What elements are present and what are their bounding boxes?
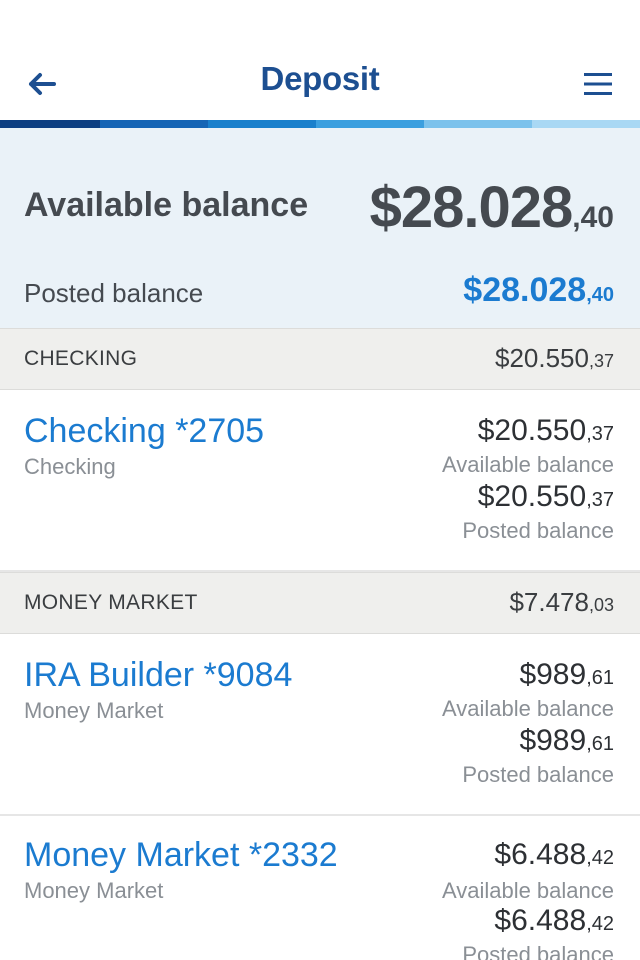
amount-cents: ,40 [586, 284, 614, 306]
amount-cents: ,37 [586, 489, 614, 511]
section-total: $20.550,37 [495, 343, 614, 374]
amount-whole: $989 [519, 658, 587, 691]
posted-amount: $20.550,37 [478, 480, 614, 514]
available-amount: $989,61 [519, 658, 614, 692]
amount-cents: ,37 [588, 351, 614, 371]
available-balance-label: Available balance [24, 186, 309, 224]
amount-cents: ,61 [586, 733, 614, 755]
strip-segment [316, 120, 424, 128]
account-type: Money Market [24, 698, 164, 723]
available-label: Available balance [441, 878, 614, 903]
amount-cents: ,40 [572, 201, 614, 234]
strip-segment [0, 120, 100, 128]
posted-label: Posted balance [462, 942, 614, 960]
amount-cents: ,61 [586, 667, 614, 689]
amount-cents: ,42 [586, 847, 614, 869]
amount-whole: $6.488 [494, 904, 587, 937]
section-title: CHECKING [24, 347, 138, 370]
strip-segment [208, 120, 316, 128]
strip-segment [424, 120, 532, 128]
amount-whole: $989 [519, 724, 587, 757]
available-amount: $20.550,37 [478, 414, 614, 448]
posted-balance-label: Posted balance [24, 278, 204, 308]
color-strip [0, 120, 640, 128]
section-title: MONEY MARKET [24, 591, 198, 614]
available-amount: $6.488,42 [494, 838, 614, 872]
amount-whole: $20.550 [477, 480, 587, 513]
account-name: Checking *2705 [24, 412, 265, 450]
section-total: $7.478,03 [509, 587, 614, 618]
posted-amount: $6.488,42 [494, 904, 614, 938]
available-label: Available balance [441, 452, 614, 477]
account-row-ira-builder-9084[interactable]: IRA Builder *9084 Money Market $989,61 A… [0, 634, 640, 816]
posted-balance-amount: $28.028,40 [463, 271, 614, 310]
account-name: IRA Builder *9084 [24, 656, 293, 694]
posted-label: Posted balance [462, 762, 614, 787]
hamburger-menu-icon [584, 73, 612, 95]
strip-segment [532, 120, 640, 128]
amount-whole: $7.478 [509, 587, 589, 617]
menu-button[interactable] [576, 62, 620, 106]
available-label: Available balance [441, 696, 614, 721]
balance-summary: Available balance $28.028,40 Posted bala… [0, 128, 640, 328]
account-row-checking-2705[interactable]: Checking *2705 Checking $20.550,37 Avail… [0, 390, 640, 572]
section-header-money-market: MONEY MARKET $7.478,03 [0, 572, 640, 634]
posted-label: Posted balance [462, 518, 614, 543]
posted-amount: $989,61 [519, 724, 614, 758]
section-header-checking: CHECKING $20.550,37 [0, 328, 640, 390]
strip-segment [100, 120, 208, 128]
available-balance-amount: $28.028,40 [370, 174, 614, 241]
page-title: Deposit [260, 60, 380, 97]
app-header: Deposit [0, 0, 640, 128]
account-row-money-market-2332[interactable]: Money Market *2332 Money Market $6.488,4… [0, 816, 640, 960]
amount-whole: $28.028 [369, 175, 574, 240]
amount-cents: ,37 [586, 423, 614, 445]
amount-cents: ,42 [586, 913, 614, 935]
amount-whole: $20.550 [494, 343, 589, 373]
amount-whole: $6.488 [494, 838, 587, 871]
account-type: Money Market [24, 878, 164, 903]
amount-whole: $20.550 [477, 414, 587, 447]
account-type: Checking [24, 454, 116, 479]
amount-cents: ,03 [588, 595, 614, 615]
amount-whole: $28.028 [463, 271, 587, 309]
account-name: Money Market *2332 [24, 836, 338, 874]
